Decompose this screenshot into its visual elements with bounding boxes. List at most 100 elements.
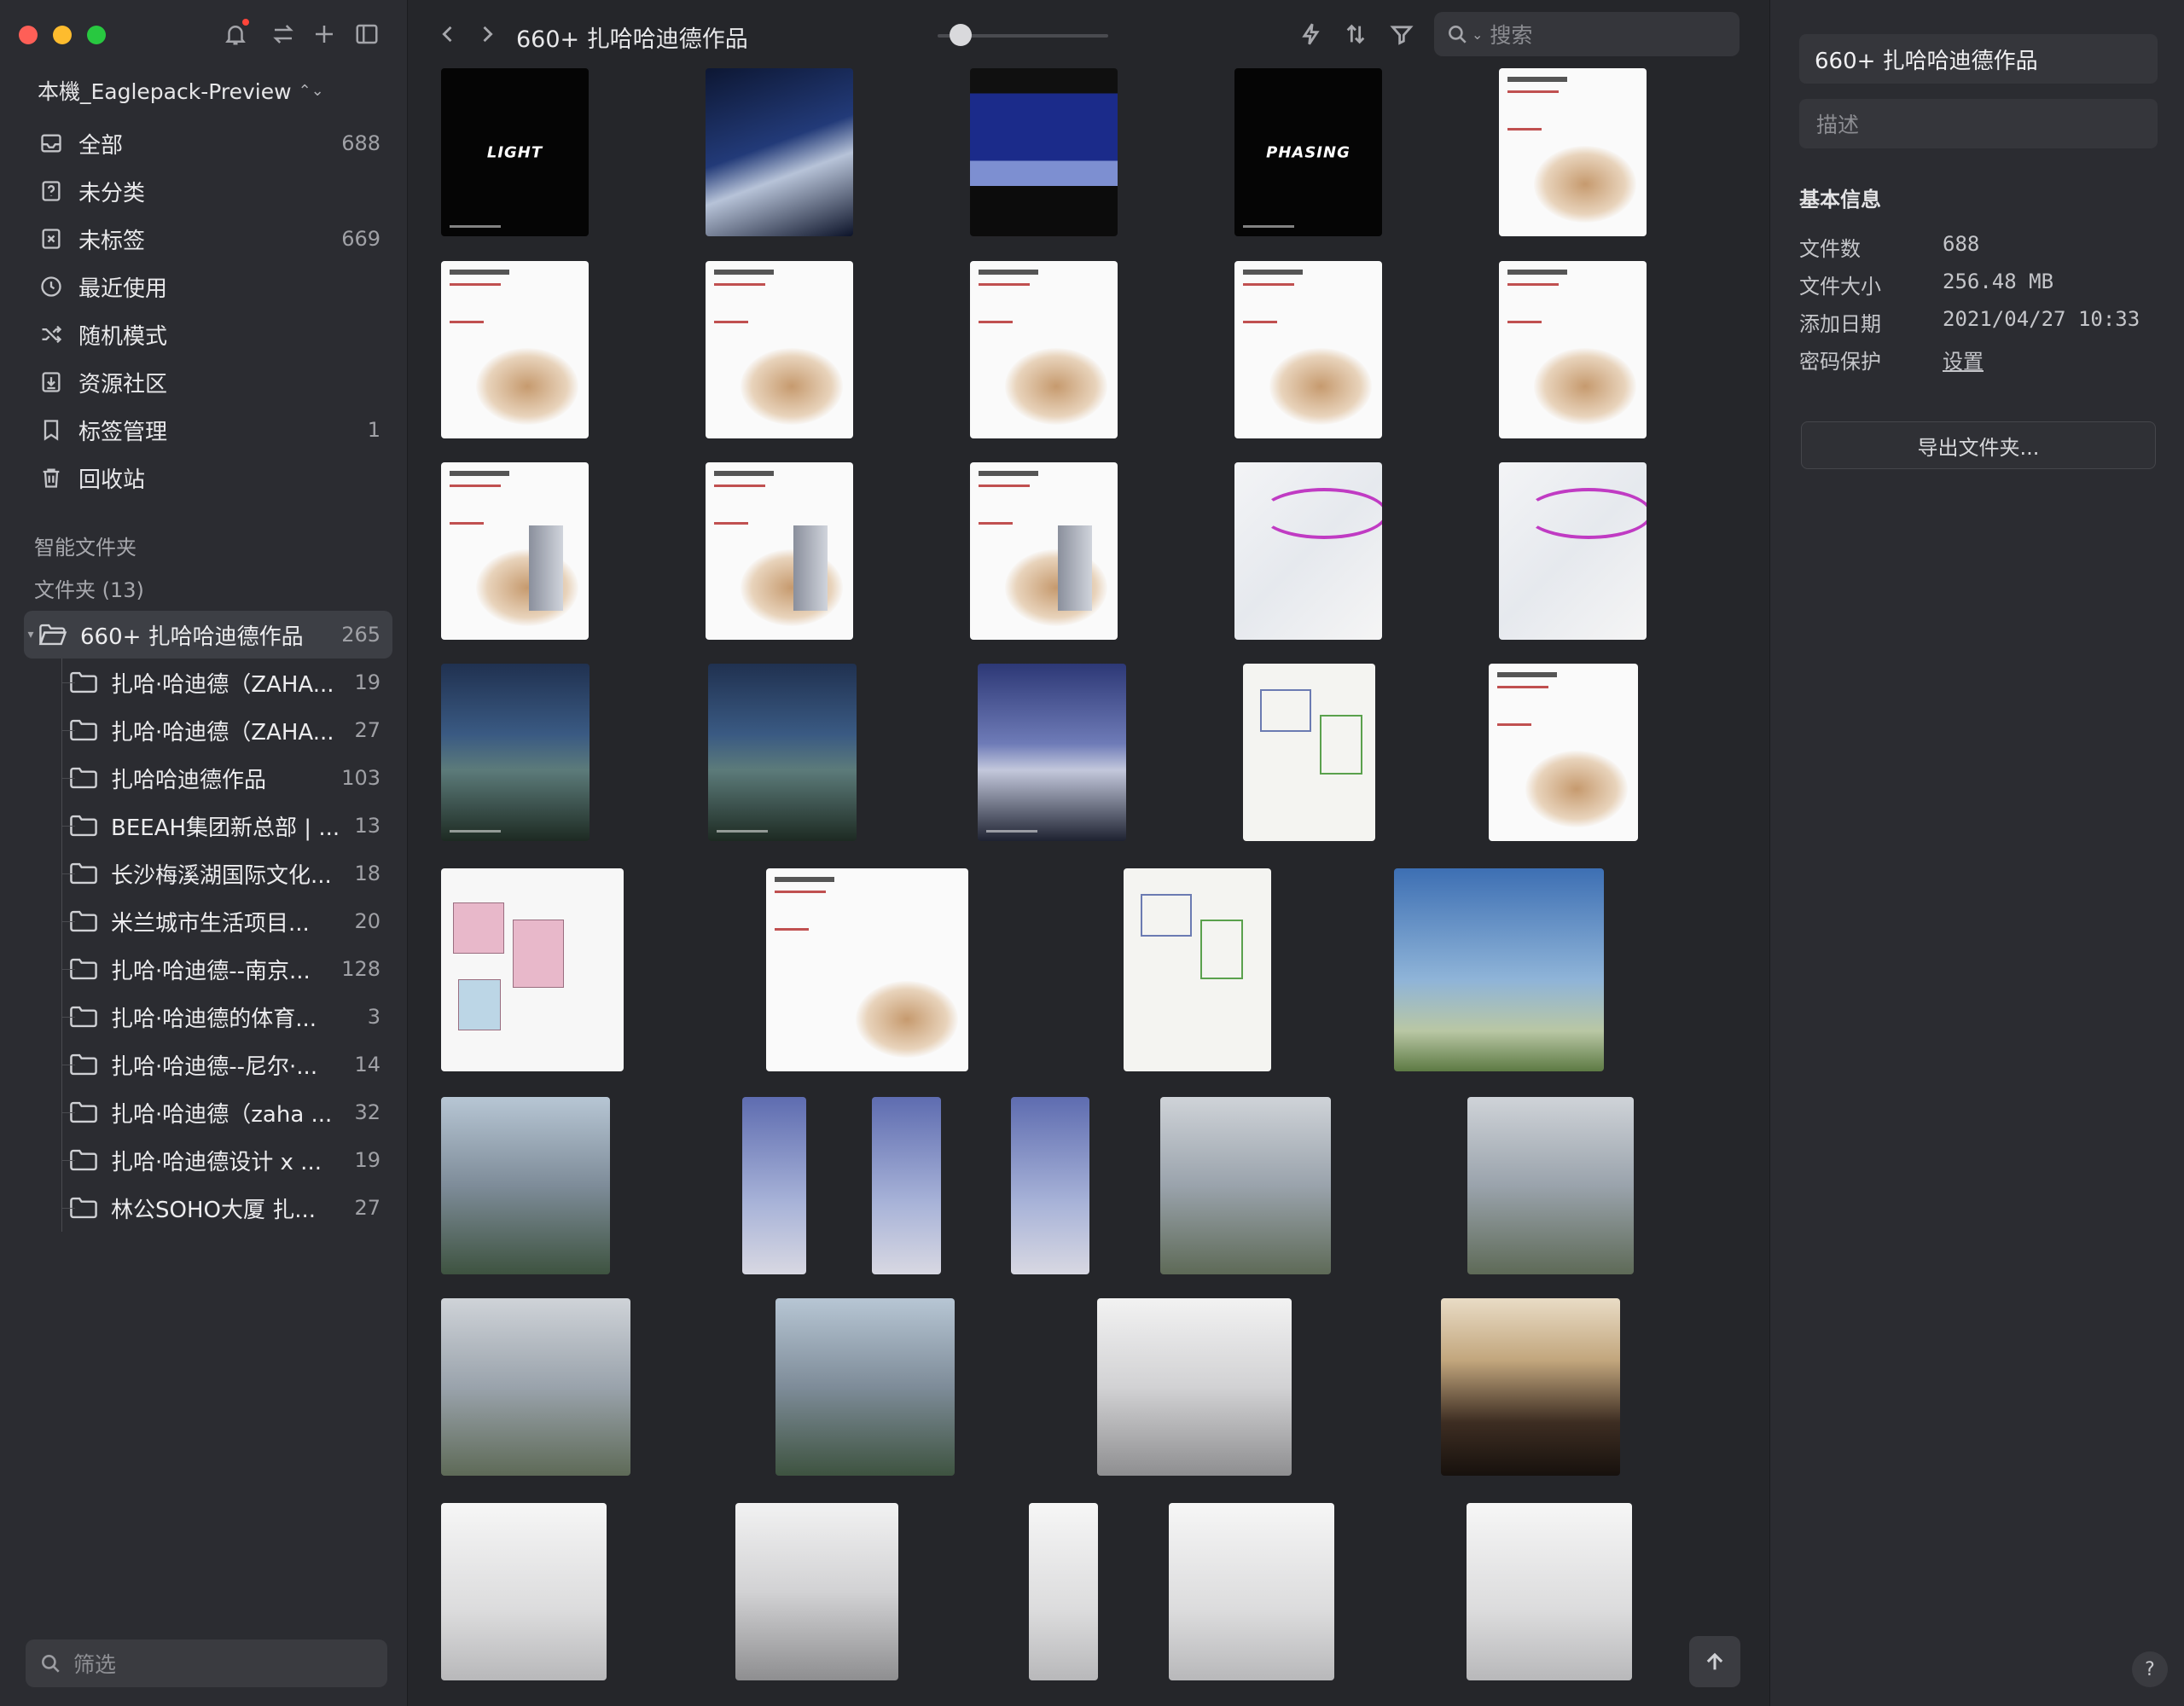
nav-count: 688 — [341, 131, 380, 155]
zoom-slider-handle[interactable] — [950, 24, 972, 46]
nav-untagged[interactable]: 未标签 669 — [26, 215, 392, 263]
tree-connector — [61, 1112, 75, 1113]
nav-community[interactable]: 资源社区 — [26, 358, 392, 406]
thumbnail-item[interactable] — [441, 462, 589, 640]
doc-line-mark — [1507, 321, 1542, 323]
thumbnail-item[interactable]: LIGHT — [441, 68, 589, 236]
thumbnail-item[interactable] — [735, 1503, 898, 1680]
thumbnail-item[interactable] — [978, 664, 1126, 841]
back-button[interactable] — [433, 19, 463, 49]
nav-tag-manager[interactable]: 标签管理 1 — [26, 406, 392, 454]
thumbnail-item[interactable] — [1499, 68, 1647, 236]
folder-count: 19 — [354, 670, 380, 694]
minimize-window-button[interactable] — [53, 26, 72, 44]
subfolder-item[interactable]: 扎哈·哈迪德--南京... 128 — [24, 945, 392, 993]
nav-trash[interactable]: 回收站 — [26, 454, 392, 502]
thumbnail-item[interactable] — [706, 68, 853, 236]
nav-uncategorized[interactable]: 未分类 — [26, 167, 392, 215]
folder-count: 32 — [354, 1100, 380, 1124]
thumbnail-item[interactable] — [970, 261, 1118, 438]
thumbnail-item[interactable] — [1234, 261, 1382, 438]
subfolder-item[interactable]: 长沙梅溪湖国际文化... 18 — [24, 850, 392, 897]
library-switcher[interactable]: 本機_Eaglepack-Preview ⌃⌄ — [38, 75, 324, 106]
action-button[interactable] — [1296, 19, 1327, 49]
thumbnail-item[interactable] — [1394, 868, 1604, 1071]
thumbnail-item[interactable] — [1124, 868, 1271, 1071]
thumbnail-item[interactable] — [441, 1298, 630, 1476]
notification-button[interactable] — [220, 19, 251, 49]
toolbar: 660+ 扎哈哈迪德作品 ⌄ 搜索 — [409, 0, 1769, 68]
thumbnail-item[interactable] — [1489, 664, 1638, 841]
thumbnail-item[interactable] — [742, 1097, 806, 1274]
clock-icon — [38, 273, 65, 300]
thumbnail-item[interactable] — [872, 1097, 941, 1274]
thumbnail-item[interactable] — [970, 68, 1118, 236]
smart-folders-heading[interactable]: 智能文件夹 — [34, 531, 136, 560]
thumbnail-item[interactable] — [1243, 664, 1375, 841]
thumbnail-item[interactable] — [766, 868, 968, 1071]
description-field[interactable]: 描述 — [1799, 99, 2158, 148]
folders-heading[interactable]: 文件夹 (13) — [34, 573, 144, 603]
thumbnail-item[interactable] — [706, 462, 853, 640]
subfolder-item[interactable]: 扎哈·哈迪德的体育... 3 — [24, 993, 392, 1041]
plan-block-mark — [458, 979, 501, 1030]
subfolder-item[interactable]: 扎哈哈迪德作品 103 — [24, 754, 392, 802]
filter-button[interactable] — [1386, 19, 1417, 49]
subfolder-item[interactable]: 扎哈·哈迪德（ZAHA... 19 — [24, 659, 392, 706]
plan-block-mark — [1200, 920, 1243, 979]
doc-render-mark — [856, 981, 958, 1058]
scroll-to-top-button[interactable] — [1689, 1636, 1740, 1687]
doc-heading-mark — [1497, 672, 1557, 677]
thumbnail-item[interactable] — [708, 664, 857, 841]
thumbnail-item[interactable] — [1029, 1503, 1098, 1680]
thumbnail-item[interactable] — [706, 261, 853, 438]
thumbnail-item[interactable] — [775, 1298, 955, 1476]
thumbnail-item[interactable] — [1169, 1503, 1334, 1680]
nav-recent[interactable]: 最近使用 — [26, 263, 392, 310]
thumbnail-item[interactable] — [1441, 1298, 1620, 1476]
subfolder-item[interactable]: 扎哈·哈迪德--尼尔·... 14 — [24, 1041, 392, 1088]
thumbnail-item[interactable] — [441, 1097, 610, 1274]
subfolder-item[interactable]: 扎哈·哈迪德（ZAHA... 27 — [24, 706, 392, 754]
password-settings-link[interactable]: 设置 — [1943, 345, 1984, 374]
thumbnail-item[interactable] — [1499, 462, 1647, 640]
close-window-button[interactable] — [19, 26, 38, 44]
subfolder-item[interactable]: 扎哈·哈迪德设计 x ... 19 — [24, 1136, 392, 1184]
toggle-sidebar-button[interactable] — [351, 19, 382, 49]
caption-line-mark — [1243, 225, 1294, 228]
subfolder-item[interactable]: 米兰城市生活项目... 20 — [24, 897, 392, 945]
zoom-window-button[interactable] — [87, 26, 106, 44]
nav-all[interactable]: 全部 688 — [26, 119, 392, 167]
thumbnail-item[interactable] — [441, 664, 590, 841]
disclosure-triangle-icon[interactable]: ▾ — [24, 628, 38, 641]
thumbnail-item[interactable] — [1234, 462, 1382, 640]
filter-input[interactable]: 筛选 — [26, 1639, 387, 1687]
chevron-down-icon[interactable]: ⌄ — [1472, 26, 1483, 43]
subfolder-item[interactable]: 林公SOHO大厦 扎... 27 — [24, 1184, 392, 1232]
folder-open-icon — [38, 622, 68, 647]
thumbnail-item[interactable]: PHASING — [1234, 68, 1382, 236]
folder-label: 扎哈哈迪德作品 — [111, 767, 267, 793]
thumbnail-item[interactable] — [441, 1503, 607, 1680]
subfolder-item[interactable]: 扎哈·哈迪德（zaha ... 32 — [24, 1088, 392, 1136]
thumbnail-item[interactable] — [1467, 1503, 1632, 1680]
forward-button[interactable] — [472, 19, 502, 49]
thumbnail-item[interactable] — [1467, 1097, 1634, 1274]
thumbnail-item[interactable] — [1011, 1097, 1089, 1274]
sort-button[interactable] — [1340, 19, 1371, 49]
subfolder-item[interactable]: BEEAH集团新总部 | ... 13 — [24, 802, 392, 850]
search-input[interactable]: ⌄ 搜索 — [1434, 12, 1740, 56]
folder-item-selected[interactable]: ▾ 660+ 扎哈哈迪德作品 265 — [24, 611, 392, 659]
add-button[interactable] — [309, 19, 340, 49]
thumbnail-item[interactable] — [970, 462, 1118, 640]
export-folder-button[interactable]: 导出文件夹... — [1801, 421, 2156, 469]
nav-random[interactable]: 随机模式 — [26, 310, 392, 358]
thumbnail-item[interactable] — [1097, 1298, 1292, 1476]
thumbnail-item[interactable] — [441, 868, 624, 1071]
sync-button[interactable] — [268, 19, 299, 49]
help-button[interactable]: ? — [2132, 1651, 2168, 1687]
thumbnail-item[interactable] — [441, 261, 589, 438]
thumbnail-item[interactable] — [1499, 261, 1647, 438]
folder-name-field[interactable]: 660+ 扎哈哈迪德作品 — [1799, 34, 2158, 84]
thumbnail-item[interactable] — [1160, 1097, 1331, 1274]
